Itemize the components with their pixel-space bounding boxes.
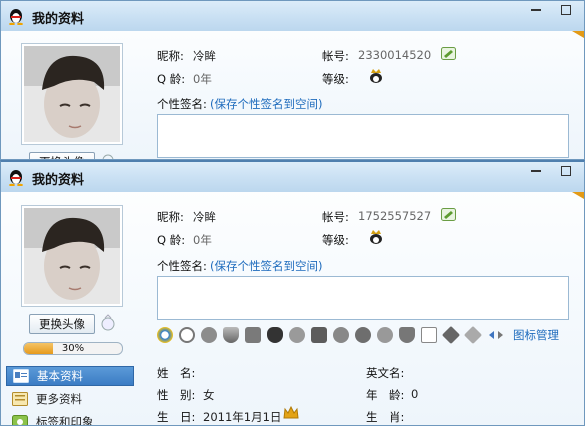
nickname-value: 冷眸 [193, 49, 216, 63]
profile-completion-bar: 30% [23, 342, 123, 355]
shield-icon[interactable] [223, 327, 239, 343]
qq-age-value: 0年 [193, 72, 212, 86]
chat-bubble-icon[interactable] [201, 327, 217, 343]
cube-icon[interactable] [245, 327, 261, 343]
id-card-icon [13, 369, 29, 383]
account-label: 帐号: [322, 210, 349, 224]
signature-input[interactable] [157, 114, 569, 158]
nickname-value: 冷眸 [193, 210, 216, 224]
birthday-crown-icon[interactable] [283, 406, 299, 420]
save-signature-link[interactable]: (保存个性签名到空间) [210, 96, 322, 112]
change-avatar-button[interactable]: 更换头像 [29, 152, 95, 159]
nickname-label: 昵称: [157, 210, 184, 224]
nav-item-more-info[interactable]: 更多资料 [6, 389, 134, 409]
save-signature-link[interactable]: (保存个性签名到空间) [210, 258, 322, 274]
signature-input[interactable] [157, 276, 569, 320]
zodiac-label: 生 肖: [366, 410, 405, 424]
nav-label: 标签和印象 [36, 415, 94, 426]
level-label: 等级: [322, 233, 349, 247]
english-name-label: 英文名: [366, 366, 405, 380]
surname-label: 姓 名: [157, 366, 196, 380]
minimize-button[interactable] [522, 162, 550, 180]
gender-value: 女 [203, 388, 215, 402]
signature-label: 个性签名: [157, 259, 207, 273]
signature-label: 个性签名: [157, 97, 207, 111]
security-shield-icon[interactable] [399, 327, 415, 343]
corner-flag-icon [572, 31, 584, 38]
minimize-icon [531, 170, 541, 172]
window-title: 我的资料 [32, 173, 85, 188]
avatar[interactable] [21, 205, 123, 307]
title-bar[interactable]: 我的资料 [1, 1, 584, 31]
avatar[interactable] [21, 43, 123, 145]
level-label: 等级: [322, 72, 349, 86]
diamond-icon[interactable] [441, 325, 461, 345]
window-title: 我的资料 [32, 12, 85, 27]
edit-account-icon[interactable] [441, 47, 456, 60]
level-crown-icon[interactable] [368, 229, 384, 245]
edit-account-icon[interactable] [441, 208, 456, 221]
nav-label: 更多资料 [36, 392, 82, 406]
pet-icon[interactable] [311, 327, 327, 343]
qq-age-value: 0年 [193, 233, 212, 247]
account-label: 帐号: [322, 49, 349, 63]
age-label: 年 龄: [366, 388, 405, 402]
gender-label: 性 别: [157, 388, 196, 402]
icon-manage-link[interactable]: 图标管理 [513, 327, 559, 343]
qq-penguin-icon [9, 9, 23, 25]
diamond-outline-icon[interactable] [463, 325, 483, 345]
heart-link-icon[interactable] [179, 327, 195, 343]
camera-icon[interactable] [100, 314, 116, 332]
birthday-value: 2011年1月1日 [203, 410, 282, 424]
nav-label: 基本资料 [37, 369, 83, 383]
camera-icon[interactable] [101, 153, 115, 160]
title-bar[interactable]: 我的资料 [1, 162, 584, 192]
mail-icon[interactable] [421, 327, 437, 343]
qq-age-label: Q 龄: [157, 72, 186, 86]
music-icon[interactable] [333, 327, 349, 343]
nav-item-basic-info[interactable]: 基本资料 [6, 366, 134, 386]
avatar-image [24, 208, 120, 304]
more-info-icon [12, 392, 28, 406]
maximize-icon [561, 5, 571, 15]
back-profile-window: 我的资料 更换头像 昵称: 冷眸 帐号: 2330014520 Q 龄: 0年 … [0, 0, 585, 160]
qq-penguin-icon [9, 170, 23, 186]
avatar-image [24, 46, 120, 142]
nickname-label: 昵称: [157, 49, 184, 63]
service-icons-row: 图标管理 [157, 325, 559, 345]
qq-age-label: Q 龄: [157, 233, 186, 247]
change-avatar-button[interactable]: 更换头像 [29, 314, 95, 334]
birthday-label: 生 日: [157, 410, 196, 424]
maximize-icon [561, 166, 571, 176]
account-value: 1752557527 [358, 209, 432, 223]
qzone-icon[interactable] [157, 327, 173, 343]
game-icon[interactable] [289, 327, 305, 343]
corner-flag-icon [572, 192, 584, 199]
tag-icon [12, 415, 28, 425]
badge-icon[interactable] [377, 327, 393, 343]
front-profile-window: 我的资料 更换头像 30% 昵称: 冷眸 帐号: 1752557527 Q 龄:… [0, 160, 585, 426]
scroll-right-icon[interactable] [497, 330, 505, 340]
arrow-circle-icon[interactable] [355, 327, 371, 343]
age-value: 0 [411, 387, 419, 401]
nav-item-tags[interactable]: 标签和印象 [6, 412, 134, 426]
progress-text: 30% [61, 343, 85, 354]
minimize-button[interactable] [522, 1, 550, 19]
scroll-left-icon[interactable] [487, 330, 495, 340]
level-crown-icon[interactable] [368, 68, 384, 84]
maximize-button[interactable] [552, 162, 580, 180]
minimize-icon [531, 9, 541, 11]
account-value: 2330014520 [358, 48, 432, 62]
maximize-button[interactable] [552, 1, 580, 19]
penguin-icon[interactable] [267, 327, 283, 343]
